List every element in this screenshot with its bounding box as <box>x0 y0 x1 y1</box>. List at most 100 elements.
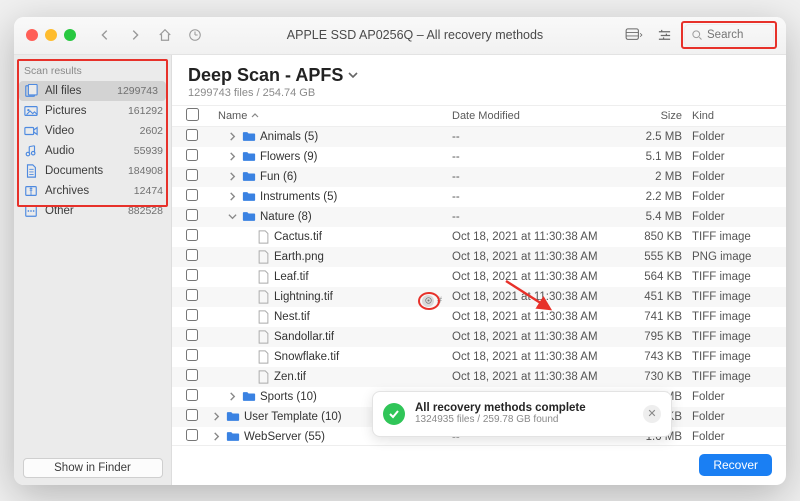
sidebar-item-label: Audio <box>45 145 127 157</box>
row-size: 2 MB <box>622 171 692 183</box>
file-row[interactable]: Leaf.tif Oct 18, 2021 at 11:30:38 AM 564… <box>172 267 786 287</box>
row-name: Snowflake.tif <box>274 351 339 363</box>
recover-button[interactable]: Recover <box>699 454 772 476</box>
search-field[interactable] <box>684 24 774 46</box>
disclosure-closed-icon[interactable] <box>212 412 222 422</box>
folder-icon <box>242 391 256 403</box>
column-size[interactable]: Size <box>622 110 692 122</box>
disclosure-closed-icon[interactable] <box>228 192 238 202</box>
sidebar-item-count: 161292 <box>128 105 163 117</box>
main-subtitle: 1299743 files / 254.74 GB <box>188 87 770 99</box>
folder-row[interactable]: Instruments (5) -- 2.2 MB Folder <box>172 187 786 207</box>
search-input[interactable] <box>707 29 767 41</box>
folder-row[interactable]: Nature (8) -- 5.4 MB Folder <box>172 207 786 227</box>
close-window-button[interactable] <box>26 29 38 41</box>
row-checkbox[interactable] <box>186 269 198 281</box>
row-checkbox[interactable] <box>186 229 198 241</box>
sidebar-item-label: All files <box>45 85 110 97</box>
sidebar-item-video[interactable]: Video 2602 <box>14 121 171 141</box>
file-row[interactable]: Lightning.tif #Oct 18, 2021 at 11:30:38 … <box>172 287 786 307</box>
preview-button[interactable] <box>422 295 434 307</box>
disclosure-open-icon[interactable] <box>228 212 238 222</box>
view-mode-button[interactable] <box>624 26 644 44</box>
sidebar-item-count: 12474 <box>134 185 163 197</box>
row-name: WebServer (55) <box>244 431 325 443</box>
disclosure-closed-icon[interactable] <box>228 132 238 142</box>
window-title: APPLE SSD AP0256Q – All recovery methods <box>214 28 616 42</box>
row-date: -- <box>452 211 622 223</box>
row-checkbox[interactable] <box>186 169 198 181</box>
titlebar: APPLE SSD AP0256Q – All recovery methods <box>14 17 786 55</box>
filter-button[interactable] <box>654 26 674 44</box>
file-row[interactable]: Zen.tif Oct 18, 2021 at 11:30:38 AM 730 … <box>172 367 786 387</box>
folder-row[interactable]: Animals (5) -- 2.5 MB Folder <box>172 127 786 147</box>
row-name: Fun (6) <box>260 171 297 183</box>
row-checkbox[interactable] <box>186 409 198 421</box>
column-name[interactable]: Name <box>208 110 452 122</box>
search-icon <box>691 29 703 41</box>
forward-button[interactable] <box>124 24 146 46</box>
row-checkbox[interactable] <box>186 189 198 201</box>
file-row[interactable]: Cactus.tif Oct 18, 2021 at 11:30:38 AM 8… <box>172 227 786 247</box>
minimize-window-button[interactable] <box>45 29 57 41</box>
select-all-checkbox[interactable] <box>186 108 199 121</box>
toast-subtitle: 1324935 files / 259.78 GB found <box>415 414 633 425</box>
row-kind: Folder <box>692 431 772 443</box>
row-checkbox[interactable] <box>186 349 198 361</box>
folder-icon <box>242 171 256 183</box>
folder-icon <box>226 411 240 423</box>
disclosure-closed-icon[interactable] <box>228 152 238 162</box>
row-checkbox[interactable] <box>186 149 198 161</box>
files-icon <box>24 84 38 98</box>
row-date: Oct 18, 2021 at 11:30:38 AM <box>452 231 622 243</box>
row-name: Leaf.tif <box>274 271 309 283</box>
sidebar-item-all-files[interactable]: All files 1299743 <box>19 81 166 101</box>
file-row[interactable]: Snowflake.tif Oct 18, 2021 at 11:30:38 A… <box>172 347 786 367</box>
hash-icon: # <box>437 295 442 305</box>
row-checkbox[interactable] <box>186 429 198 441</box>
toast-close-button[interactable]: ✕ <box>643 405 661 423</box>
file-icon <box>258 270 270 284</box>
sidebar-item-label: Documents <box>45 165 121 177</box>
row-name: Nest.tif <box>274 311 310 323</box>
file-row[interactable]: Nest.tif Oct 18, 2021 at 11:30:38 AM 741… <box>172 307 786 327</box>
row-size: 850 KB <box>622 231 692 243</box>
row-checkbox[interactable] <box>186 329 198 341</box>
column-date[interactable]: Date Modified <box>452 110 622 122</box>
row-checkbox[interactable] <box>186 209 198 221</box>
file-row[interactable]: Sandollar.tif Oct 18, 2021 at 11:30:38 A… <box>172 327 786 347</box>
row-checkbox[interactable] <box>186 369 198 381</box>
fullscreen-window-button[interactable] <box>64 29 76 41</box>
disclosure-closed-icon[interactable] <box>212 432 222 442</box>
folder-icon <box>242 151 256 163</box>
sidebar-item-documents[interactable]: Documents 184908 <box>14 161 171 181</box>
file-row[interactable]: Earth.png Oct 18, 2021 at 11:30:38 AM 55… <box>172 247 786 267</box>
row-checkbox[interactable] <box>186 309 198 321</box>
main-title[interactable]: Deep Scan - APFS <box>188 65 770 86</box>
disclosure-closed-icon[interactable] <box>228 392 238 402</box>
row-kind: PNG image <box>692 251 772 263</box>
sidebar-item-pictures[interactable]: Pictures 161292 <box>14 101 171 121</box>
row-checkbox[interactable] <box>186 249 198 261</box>
row-kind: Folder <box>692 411 772 423</box>
show-in-finder-button[interactable]: Show in Finder <box>23 458 163 478</box>
home-button[interactable] <box>154 24 176 46</box>
sidebar-item-label: Archives <box>45 185 127 197</box>
sidebar-item-audio[interactable]: Audio 55939 <box>14 141 171 161</box>
row-name: Flowers (9) <box>260 151 318 163</box>
column-kind[interactable]: Kind <box>692 110 772 122</box>
row-checkbox[interactable] <box>186 289 198 301</box>
row-kind: Folder <box>692 151 772 163</box>
video-icon <box>24 124 38 138</box>
scan-progress-button[interactable] <box>184 24 206 46</box>
sidebar-item-archives[interactable]: Archives 12474 <box>14 181 171 201</box>
row-date: Oct 18, 2021 at 11:30:38 AM <box>452 271 622 283</box>
row-checkbox[interactable] <box>186 389 198 401</box>
folder-row[interactable]: Fun (6) -- 2 MB Folder <box>172 167 786 187</box>
disclosure-closed-icon[interactable] <box>228 172 238 182</box>
folder-row[interactable]: Flowers (9) -- 5.1 MB Folder <box>172 147 786 167</box>
back-button[interactable] <box>94 24 116 46</box>
sidebar-item-other[interactable]: Other 882528 <box>14 201 171 221</box>
column-headers: Name Date Modified Size Kind <box>172 105 786 127</box>
row-checkbox[interactable] <box>186 129 198 141</box>
